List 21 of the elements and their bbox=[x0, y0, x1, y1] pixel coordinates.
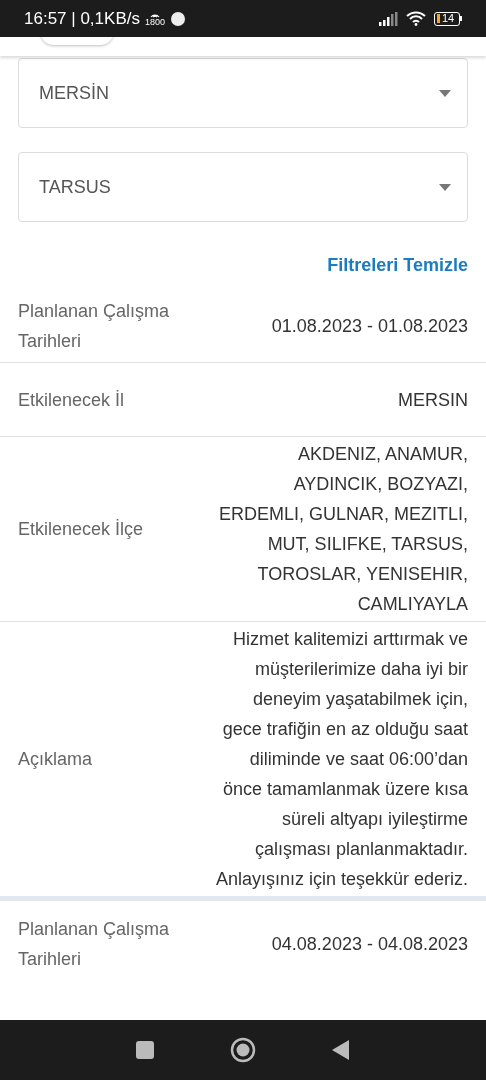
wifi-icon bbox=[406, 11, 426, 26]
clear-filters-link[interactable]: Filtreleri Temizle bbox=[327, 252, 468, 279]
back-icon[interactable] bbox=[332, 1040, 350, 1060]
home-icon[interactable] bbox=[230, 1037, 256, 1063]
status-time: 16:57 | 0,1KB/s bbox=[24, 7, 140, 30]
dropdown[interactable]: TARSUS bbox=[18, 152, 468, 222]
field-value: MERSIN bbox=[397, 388, 468, 412]
field-value: Hizmet kalitemizi arttırmak ve müşterilerimize daha iyi bir deneyim yaşatabilmek için, gece trafiğin en az olduğu saat diliminde ve saat 06:00’dan önce tamamlanmak üzere kısa süreli altyapı iyileştirme çalışması planlanmaktadır. Anlayışınız için teşekkür ederiz. bbox=[214, 628, 468, 891]
signal-icon bbox=[378, 11, 398, 26]
field-value: 04.08.2023 - 04.08.2023 bbox=[270, 933, 468, 956]
field-value: 01.08.2023 - 01.08.2023 bbox=[270, 314, 468, 338]
field-label: Açıklama bbox=[18, 748, 94, 771]
caret-icon bbox=[439, 183, 451, 191]
field-label: Planlanan Çalışma Tarihleri bbox=[18, 918, 171, 971]
caret-icon bbox=[439, 89, 451, 97]
battery-icon: 14 bbox=[434, 11, 462, 26]
field-value: AKDENIZ, ANAMUR, AYDINCIK, BOZYAZI, ERDEMLI, GULNAR, MEZITLI, MUT, SILIFKE, TARSUS, TOROSLAR, YENISEHIR, CAMLIYAYLA bbox=[217, 443, 468, 616]
field-label: Etkilenecek İlçe bbox=[18, 518, 145, 541]
field-label: Planlanan Çalışma Tarihleri bbox=[18, 299, 171, 353]
field-label: Etkilenecek İl bbox=[18, 388, 126, 412]
dropdown[interactable]: MERSİN bbox=[18, 58, 468, 128]
